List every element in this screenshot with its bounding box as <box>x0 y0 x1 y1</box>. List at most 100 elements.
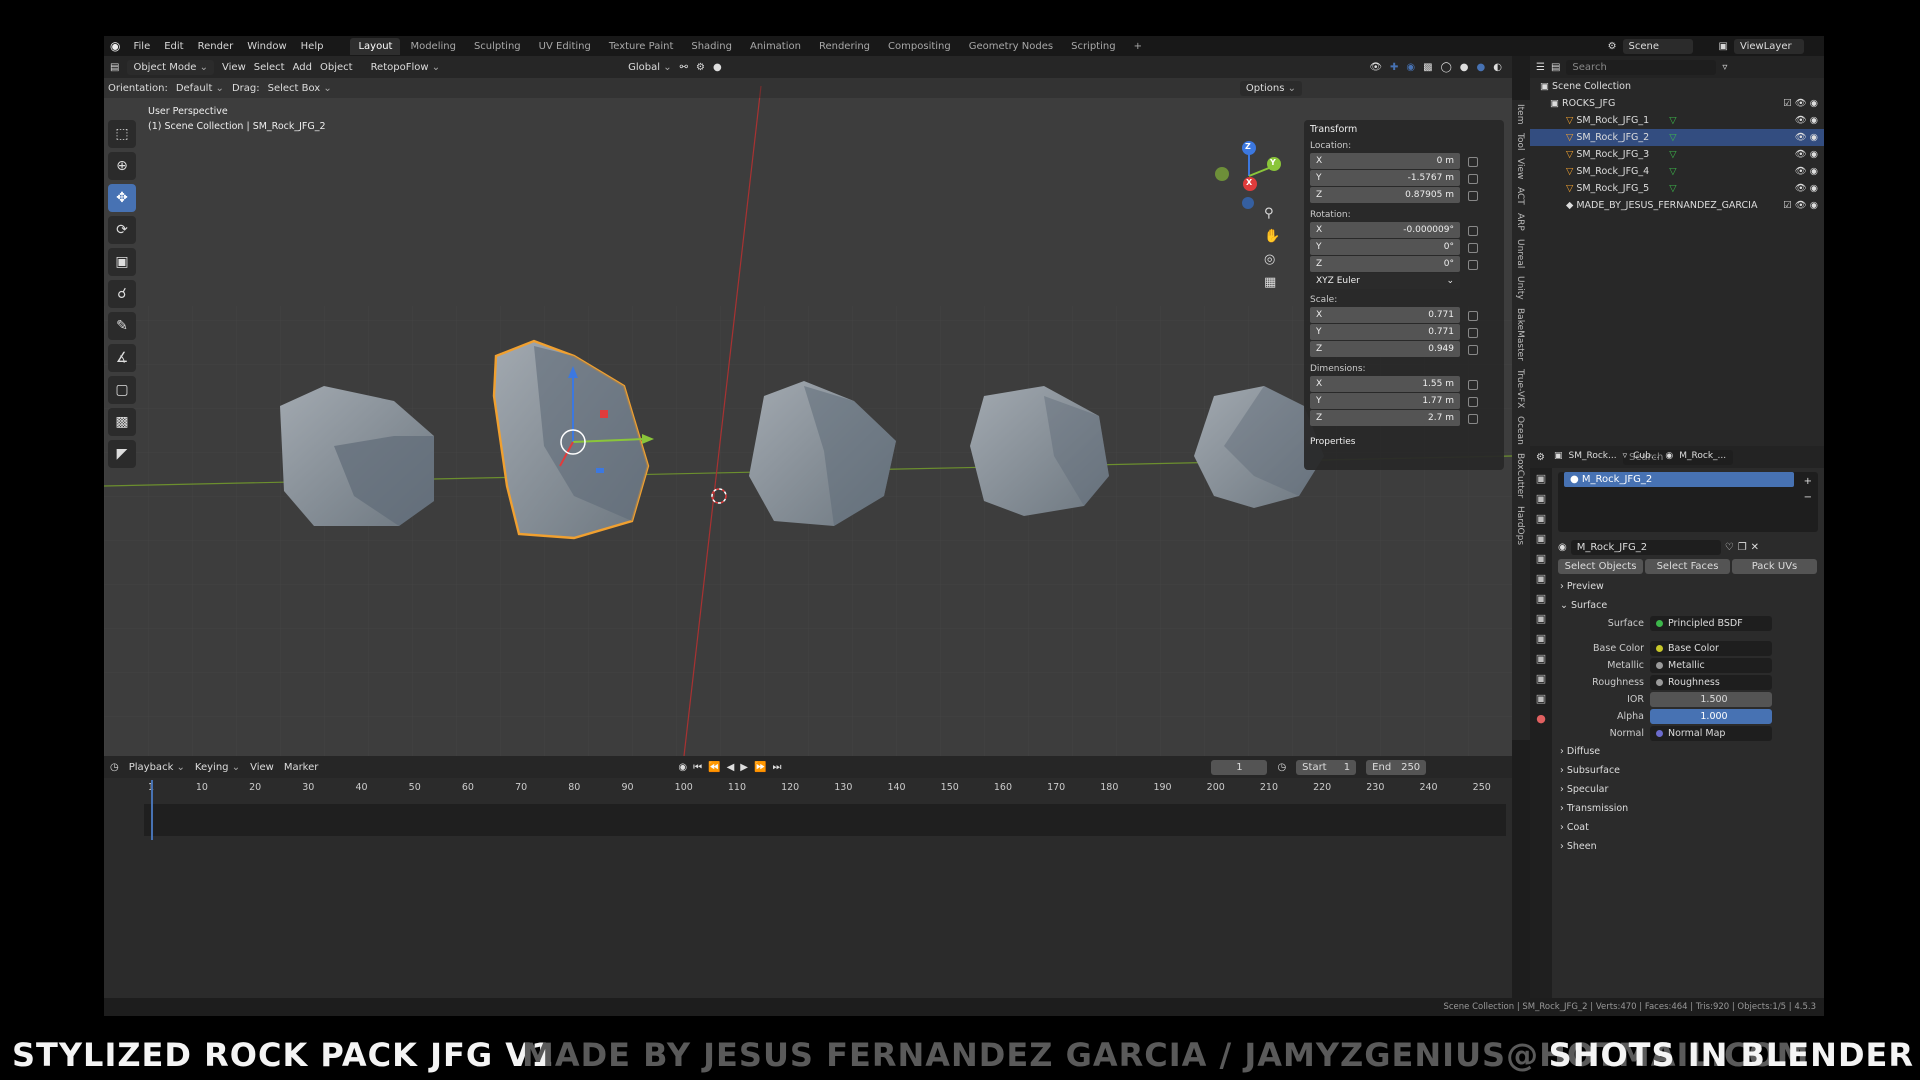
pan-hand-icon[interactable]: ✋ <box>1264 229 1280 244</box>
blender-logo-icon[interactable]: ◉ <box>110 39 120 53</box>
material-slot-row[interactable]: ● M_Rock_JFG_2 <box>1564 472 1794 487</box>
navigation-gizmo[interactable] <box>1215 141 1281 209</box>
preview-section[interactable]: › Preview <box>1554 577 1822 596</box>
subsection-sheen[interactable]: › Sheen <box>1554 837 1822 856</box>
menu-object[interactable]: Object <box>320 62 353 73</box>
pack-uvs-button[interactable]: Pack UVs <box>1732 559 1817 574</box>
dimensions-field[interactable]: Y 1.77 m <box>1310 393 1460 409</box>
gizmo-toggle-icon[interactable]: ✚ <box>1390 62 1398 73</box>
subsection-subsurface[interactable]: › Subsurface <box>1554 761 1822 780</box>
overlay-icon[interactable]: ◉ <box>1406 62 1415 73</box>
material-input-field[interactable]: Roughness <box>1650 675 1772 690</box>
location-field[interactable]: X0 m <box>1310 153 1460 169</box>
object-tab-icon[interactable]: ▣ <box>1530 588 1552 608</box>
tool-tab-icon[interactable]: ▣ <box>1530 468 1552 488</box>
editor-type-icon[interactable]: ▤ <box>110 62 119 73</box>
sidebar-tab-item[interactable]: Item <box>1512 100 1528 129</box>
subsection-coat[interactable]: › Coat <box>1554 818 1822 837</box>
lock-icon[interactable] <box>1468 413 1478 424</box>
sidebar-tab-unreal[interactable]: Unreal <box>1512 235 1528 272</box>
sidebar-tab-arp[interactable]: ARP <box>1512 209 1528 235</box>
view-layer-selector[interactable]: ViewLayer <box>1734 38 1804 54</box>
visibility-icon[interactable]: ☑ 👁 ◉ <box>1783 98 1818 109</box>
location-field[interactable]: Z 0.87905 m <box>1310 187 1460 203</box>
snap-icon[interactable]: ⚙ <box>696 62 705 73</box>
outliner-object-row[interactable]: ▽ SM_Rock_JFG_2 ▽ 👁 ◉ <box>1530 129 1824 146</box>
proportional-edit-icon[interactable]: ● <box>713 62 722 73</box>
tab-sculpting[interactable]: Sculpting <box>466 38 529 55</box>
material-shading-icon[interactable]: ● <box>1477 62 1486 73</box>
rotation-field[interactable]: Z 0° <box>1310 256 1460 272</box>
lock-icon[interactable] <box>1468 310 1478 321</box>
sidebar-tab-ocean[interactable]: Ocean <box>1512 412 1528 449</box>
drag-dropdown[interactable]: Select Box <box>268 83 332 94</box>
camera-view-icon[interactable]: ◎ <box>1264 252 1280 267</box>
particles-tab-icon[interactable]: ▣ <box>1530 628 1552 648</box>
scene-tab-icon[interactable]: ▣ <box>1530 548 1552 568</box>
add-cube-tool-icon[interactable]: ▢ <box>108 376 136 404</box>
pivot-icon[interactable]: ⚯ <box>680 62 688 73</box>
world-tab-icon[interactable]: ▣ <box>1530 568 1552 588</box>
modifier-tab-icon[interactable]: ▣ <box>1530 608 1552 628</box>
grid-view-icon[interactable]: ▦ <box>1264 275 1280 290</box>
orientation-dropdown[interactable]: Default <box>176 83 224 94</box>
sidebar-tab-view[interactable]: View <box>1512 154 1528 183</box>
sidebar-tab-act[interactable]: ACT <box>1512 183 1528 209</box>
constraints-tab-icon[interactable]: ▣ <box>1530 668 1552 688</box>
material-input-field[interactable]: Normal Map <box>1650 726 1772 741</box>
location-field[interactable]: Y -1.5767 m <box>1310 170 1460 186</box>
boxcutter-tool-icon[interactable]: ▩ <box>108 408 136 436</box>
material-input-field[interactable]: Metallic <box>1650 658 1772 673</box>
physics-tab-icon[interactable]: ▣ <box>1530 648 1552 668</box>
scene-selector[interactable]: Scene <box>1622 38 1693 54</box>
outliner-editor-icon[interactable]: ☰ <box>1536 62 1545 73</box>
timeline-track[interactable] <box>144 804 1506 836</box>
fake-user-icon[interactable]: ♡ <box>1725 542 1734 553</box>
remove-slot-button[interactable]: − <box>1804 492 1812 503</box>
select-objects-button[interactable]: Select Objects <box>1558 559 1643 574</box>
lock-icon[interactable] <box>1468 156 1478 167</box>
hardops-tool-icon[interactable]: ◤ <box>108 440 136 468</box>
lock-icon[interactable] <box>1468 190 1478 201</box>
lock-icon[interactable] <box>1468 396 1478 407</box>
outliner-object-row[interactable]: ▽ SM_Rock_JFG_1 ▽ 👁 ◉ <box>1530 112 1824 129</box>
move-tool-icon[interactable]: ✥ <box>108 184 136 212</box>
rotate-tool-icon[interactable]: ⟳ <box>108 216 136 244</box>
duplicate-icon[interactable]: ❐ <box>1738 542 1747 553</box>
menu-view[interactable]: View <box>222 62 246 73</box>
add-workspace-button[interactable]: + <box>1126 38 1150 55</box>
filter-icon[interactable]: ▿ <box>1722 62 1727 73</box>
tab-modeling[interactable]: Modeling <box>402 38 464 55</box>
scale-field[interactable]: Z 0.949 <box>1310 341 1460 357</box>
outliner-object-row[interactable]: ▽ SM_Rock_JFG_5 ▽ 👁 ◉ <box>1530 180 1824 197</box>
menu-render[interactable]: Render <box>197 41 235 52</box>
scale-field[interactable]: Y 0.771 <box>1310 324 1460 340</box>
data-tab-icon[interactable]: ▣ <box>1530 688 1552 708</box>
solid-shading-icon[interactable]: ● <box>1460 62 1469 73</box>
mode-selector[interactable]: Object Mode <box>127 59 215 75</box>
unlink-icon[interactable]: ✕ <box>1751 542 1759 553</box>
scale-tool-icon[interactable]: ▣ <box>108 248 136 276</box>
outliner-search-input[interactable]: Search <box>1566 59 1717 75</box>
visibility-icon[interactable]: ☑ 👁 ◉ <box>1783 200 1818 211</box>
sidebar-tab-unity[interactable]: Unity <box>1512 272 1528 304</box>
menu-window[interactable]: Window <box>246 41 287 52</box>
dimensions-field[interactable]: X 1.55 m <box>1310 376 1460 392</box>
tab-texture-paint[interactable]: Texture Paint <box>601 38 682 55</box>
zoom-icon[interactable]: ⚲ <box>1264 206 1280 221</box>
properties-subpanel[interactable]: Properties <box>1310 437 1498 447</box>
retopoflow-menu[interactable]: RetopoFlow <box>371 62 441 73</box>
transform-space-dropdown[interactable]: Global <box>628 62 671 73</box>
sidebar-tab-bakemaster[interactable]: BakeMaster <box>1512 304 1528 365</box>
lock-icon[interactable] <box>1468 242 1478 253</box>
options-dropdown[interactable]: Options <box>1239 80 1302 96</box>
lock-icon[interactable] <box>1468 173 1478 184</box>
transform-panel-title[interactable]: Transform <box>1310 124 1498 135</box>
material-slots-list[interactable]: ● M_Rock_JFG_2 + − <box>1558 472 1818 532</box>
sidebar-tab-boxcutter[interactable]: BoxCutter <box>1512 449 1528 502</box>
rotation-field[interactable]: X -0.000009° <box>1310 222 1460 238</box>
material-browse-icon[interactable]: ◉ <box>1558 542 1567 553</box>
tab-compositing[interactable]: Compositing <box>880 38 959 55</box>
properties-editor-icon[interactable]: ⚙ <box>1536 452 1545 463</box>
tab-scripting[interactable]: Scripting <box>1063 38 1123 55</box>
